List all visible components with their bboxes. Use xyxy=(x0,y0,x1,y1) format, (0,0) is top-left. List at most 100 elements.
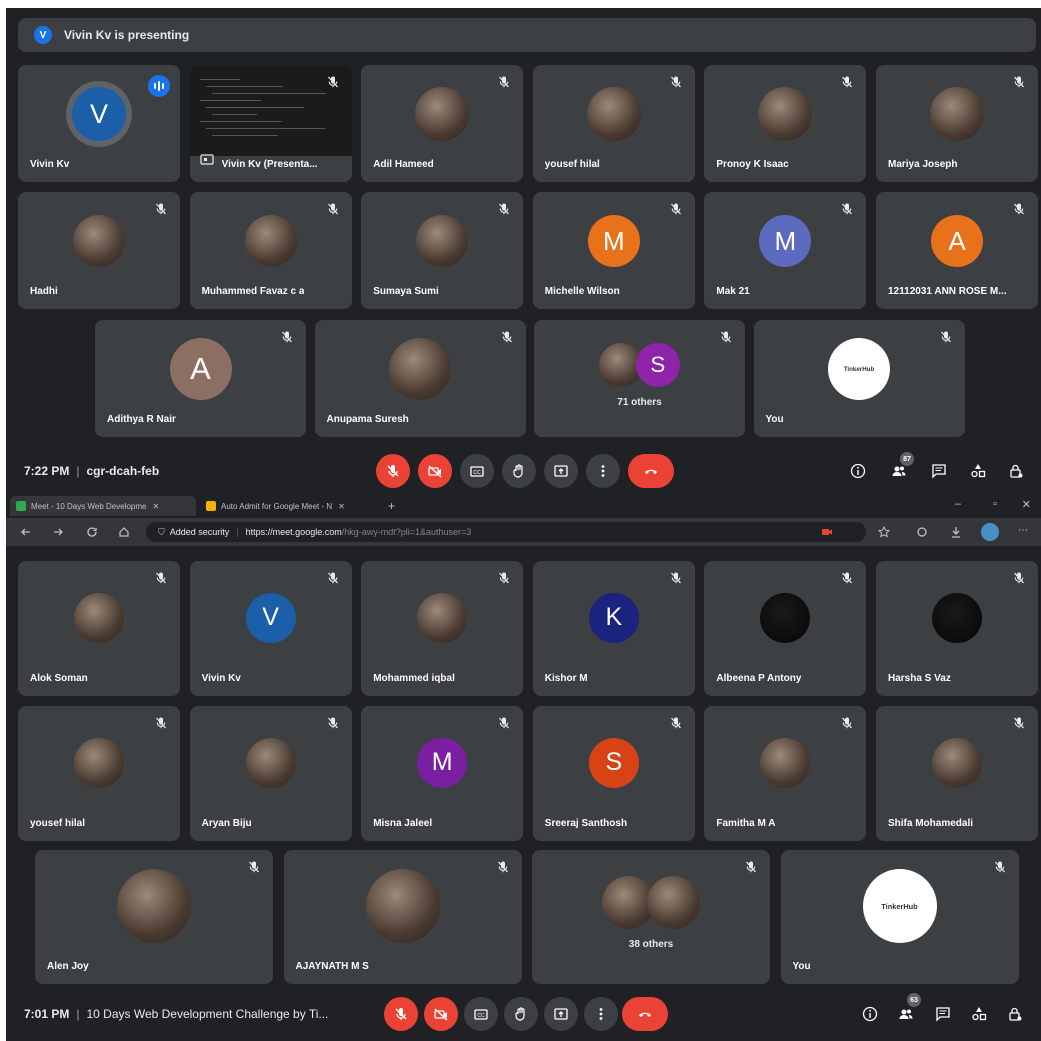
avatar-photo-icon xyxy=(244,215,297,268)
participant-tile[interactable]: Alen Joy xyxy=(35,850,273,984)
camera-off-button[interactable] xyxy=(418,454,452,488)
raise-hand-button[interactable] xyxy=(504,997,538,1031)
camera-off-button[interactable] xyxy=(424,997,458,1031)
leave-call-button[interactable] xyxy=(628,454,674,488)
participant-tile[interactable]: Hadhi xyxy=(18,192,180,309)
activities-button[interactable] xyxy=(969,462,987,480)
profile-avatar-icon[interactable] xyxy=(981,523,999,541)
code-line xyxy=(205,107,304,108)
participant-tile[interactable]: Sumaya Sumi xyxy=(361,192,524,309)
avatar-initial: A xyxy=(169,338,232,401)
captions-button[interactable]: CC xyxy=(460,454,494,488)
close-tab-icon[interactable]: ✕ xyxy=(152,502,159,511)
participant-tile[interactable]: Anupama Suresh xyxy=(314,320,526,437)
mic-off-button[interactable] xyxy=(384,997,418,1031)
participant-tile[interactable]: A Adithya R Nair xyxy=(95,320,306,437)
participant-tile[interactable]: M Misna Jaleel xyxy=(361,706,524,841)
bottom-meeting-toolbar: 7:01 PM | 10 Days Web Development Challeng… xyxy=(6,989,1041,1039)
participant-tile[interactable]: Muhammed Favaz c a xyxy=(189,192,352,309)
mic-off-button[interactable] xyxy=(376,454,410,488)
participant-tile[interactable]: TinkerHub You xyxy=(780,850,1019,984)
refresh-sync-icon[interactable] xyxy=(916,526,928,538)
chat-button[interactable] xyxy=(934,1005,952,1023)
participant-tile[interactable]: AJAYNATH M S xyxy=(283,850,522,984)
participant-tile[interactable]: V Vivin Kv xyxy=(189,561,352,696)
participant-tile[interactable]: S 71 others xyxy=(534,320,745,437)
participant-tile[interactable]: A 12112031 ANN ROSE M... xyxy=(876,192,1038,309)
camera-blocked-icon[interactable] xyxy=(821,526,833,538)
participant-name: You xyxy=(765,414,784,425)
host-controls-button[interactable] xyxy=(1007,462,1025,480)
tinkerhub-logo-icon: TinkerHub xyxy=(828,338,890,401)
present-button[interactable] xyxy=(544,454,578,488)
download-icon[interactable] xyxy=(950,526,962,538)
participant-tile[interactable]: V Vivin Kv xyxy=(18,65,180,182)
avatar-photo-icon xyxy=(365,869,440,944)
people-button[interactable] xyxy=(897,1005,915,1023)
new-tab-button[interactable]: + xyxy=(382,496,402,516)
participant-tile[interactable]: Mohammed iqbal xyxy=(361,561,524,696)
present-button[interactable] xyxy=(544,997,578,1031)
more-options-button[interactable] xyxy=(586,454,620,488)
host-controls-button[interactable] xyxy=(1006,1005,1024,1023)
minimize-button[interactable]: – xyxy=(955,498,961,510)
participant-tile[interactable]: M Michelle Wilson xyxy=(532,192,695,309)
captions-button[interactable]: CC xyxy=(464,997,498,1031)
back-icon[interactable] xyxy=(20,526,32,538)
chat-button[interactable] xyxy=(930,462,948,480)
more-options-button[interactable] xyxy=(584,997,618,1031)
code-line xyxy=(211,93,326,94)
hang-up-icon xyxy=(639,1012,651,1017)
code-line xyxy=(205,86,283,87)
more-vert-icon xyxy=(601,465,605,477)
browser-tab-meet[interactable]: Meet - 10 Days Web Developme ✕ xyxy=(10,496,196,516)
participant-name: Alen Joy xyxy=(47,961,89,972)
participant-tile[interactable]: K Kishor M xyxy=(532,561,695,696)
address-bar[interactable]: ⛉ Added security | https://meet.google.c… xyxy=(146,522,866,542)
code-line xyxy=(211,135,278,136)
participant-tile[interactable]: Albeena P Antony xyxy=(704,561,867,696)
activities-button[interactable] xyxy=(970,1005,988,1023)
browser-menu-icon[interactable]: ⋯ xyxy=(1018,525,1028,536)
restore-button[interactable]: ▫ xyxy=(993,498,997,510)
favorites-icon[interactable] xyxy=(878,526,890,538)
avatar-initial: V xyxy=(72,87,126,142)
meeting-code: cgr-dcah-feb xyxy=(86,464,160,478)
tab-title: Auto Admit for Google Meet - N xyxy=(221,501,333,511)
participant-tile[interactable]: yousef hilal xyxy=(18,706,180,841)
participant-tile[interactable]: Pronoy K Isaac xyxy=(704,65,867,182)
participant-tile[interactable]: 38 others xyxy=(532,850,770,984)
meeting-info-button[interactable] xyxy=(849,462,867,480)
participant-tile[interactable]: Adil Hameed xyxy=(361,65,524,182)
participant-tile[interactable]: Mariya Joseph xyxy=(876,65,1038,182)
mic-muted-icon xyxy=(1012,202,1026,216)
avatar-photo-icon xyxy=(417,592,468,643)
close-tab-icon[interactable]: ✕ xyxy=(338,502,345,511)
avatar-photo-icon xyxy=(930,87,984,142)
participant-tile[interactable]: M Mak 21 xyxy=(704,192,867,309)
tab-title: Meet - 10 Days Web Developme xyxy=(31,501,147,511)
close-window-button[interactable]: ✕ xyxy=(1022,498,1031,511)
participant-tile[interactable]: yousef hilal xyxy=(532,65,695,182)
raise-hand-button[interactable] xyxy=(502,454,536,488)
mic-muted-icon xyxy=(669,716,683,730)
mic-muted-icon xyxy=(247,860,261,874)
presenting-text: Vivin Kv is presenting xyxy=(64,28,190,42)
participant-tile[interactable]: Alok Soman xyxy=(18,561,180,696)
home-icon[interactable] xyxy=(118,526,130,538)
meeting-info-button[interactable] xyxy=(861,1005,879,1023)
participant-tile[interactable]: Vivin Kv (Presenta... xyxy=(189,65,352,182)
participant-tile[interactable]: Famitha M A xyxy=(704,706,867,841)
participant-tile[interactable]: Shifa Mohamedali xyxy=(876,706,1038,841)
leave-call-button[interactable] xyxy=(622,997,668,1031)
logo-text: TinkerHub xyxy=(881,901,918,911)
participant-tile[interactable]: Aryan Biju xyxy=(189,706,352,841)
mic-muted-icon xyxy=(154,202,168,216)
participant-tile[interactable]: TinkerHub You xyxy=(753,320,965,437)
forward-icon[interactable] xyxy=(52,526,64,538)
reload-icon[interactable] xyxy=(86,526,98,538)
participant-name: Hadhi xyxy=(30,286,58,297)
participant-tile[interactable]: S Sreeraj Santhosh xyxy=(532,706,695,841)
browser-tab-auto-admit[interactable]: Auto Admit for Google Meet - N ✕ xyxy=(200,496,378,516)
participant-tile[interactable]: Harsha S Vaz xyxy=(876,561,1038,696)
